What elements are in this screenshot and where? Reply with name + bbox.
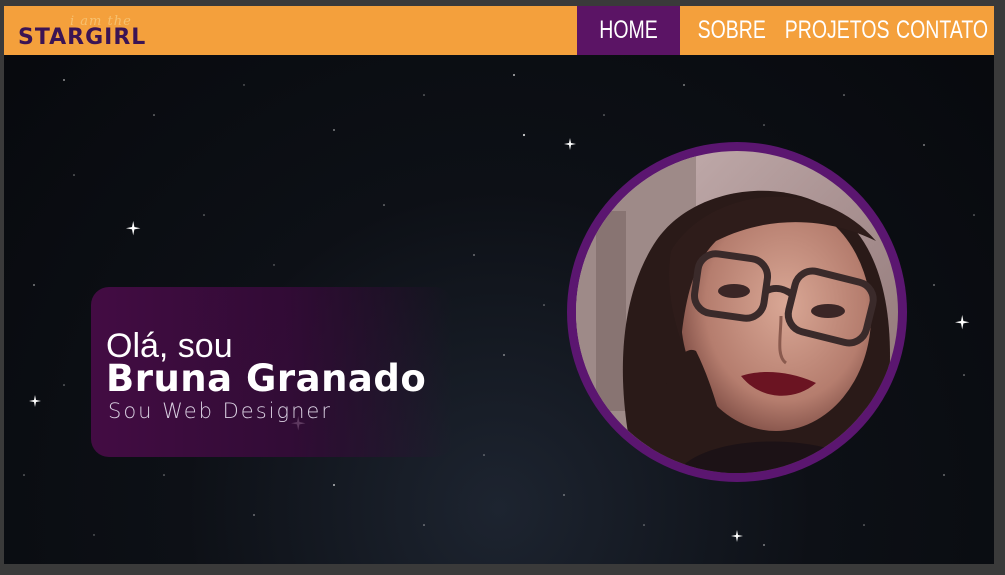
page-frame: i am the STARGIRL HOME SOBRE PROJETOS CO…: [4, 6, 994, 564]
profile-photo: [576, 151, 898, 473]
nav-home[interactable]: HOME: [577, 6, 680, 55]
main-nav: HOME SOBRE PROJETOS CONTATO: [577, 6, 994, 55]
nav-contato-label: CONTATO: [895, 16, 989, 44]
nav-contato[interactable]: CONTATO: [890, 6, 994, 55]
top-navigation-bar: i am the STARGIRL HOME SOBRE PROJETOS CO…: [4, 6, 994, 55]
portrait-illustration: [576, 151, 898, 473]
stargirl-logo[interactable]: i am the STARGIRL: [18, 12, 178, 52]
profile-photo-ring: [567, 142, 907, 482]
nav-projetos[interactable]: PROJETOS: [784, 6, 890, 55]
nav-home-label: HOME: [599, 16, 658, 44]
hero-role: Sou Web Designer: [108, 399, 332, 423]
logo-wordmark: STARGIRL: [18, 25, 147, 50]
nav-sobre[interactable]: SOBRE: [680, 6, 784, 55]
nav-projetos-label: PROJETOS: [784, 16, 890, 44]
nav-sobre-label: SOBRE: [697, 16, 767, 44]
hero-name: Bruna Granado: [106, 357, 427, 400]
